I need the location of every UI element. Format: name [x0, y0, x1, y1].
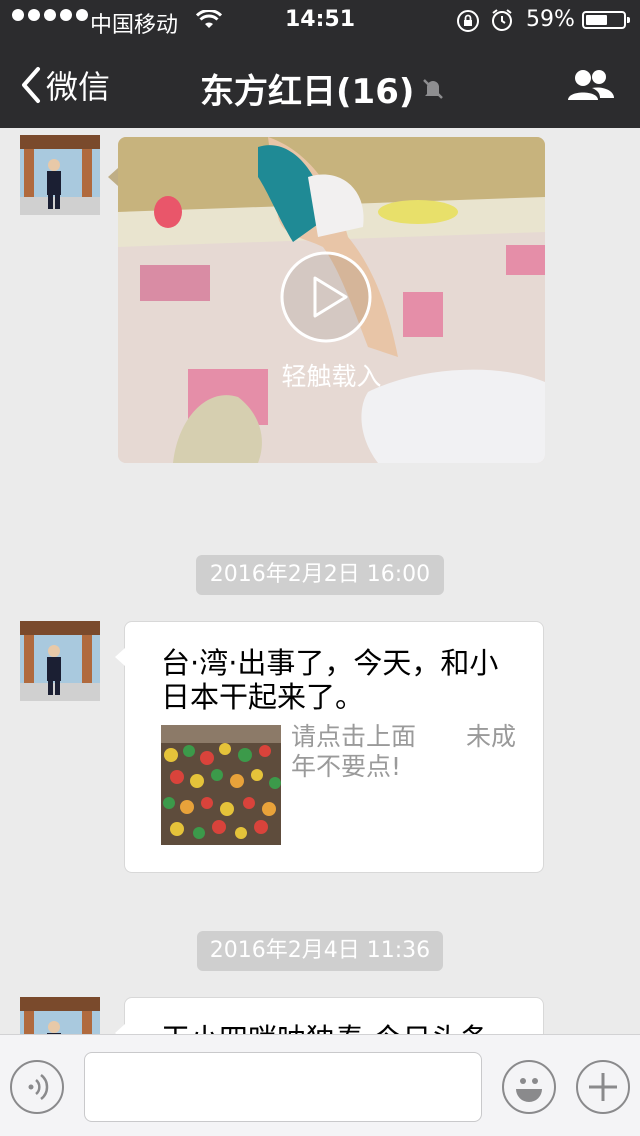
emoji-icon	[516, 1078, 542, 1102]
emoji-button[interactable]	[502, 1060, 556, 1114]
chat-input-bar	[0, 1034, 640, 1136]
battery-percent: 59%	[526, 7, 575, 32]
alarm-icon	[490, 8, 514, 38]
bubble-tail	[108, 168, 118, 186]
navigation-bar: 微信 东方红日(16)	[0, 40, 640, 128]
play-icon	[280, 251, 372, 343]
rotation-lock-icon	[456, 9, 480, 39]
sender-avatar[interactable]	[20, 621, 100, 701]
voice-icon	[28, 1074, 49, 1100]
back-label: 微信	[46, 68, 111, 106]
tap-to-load-label: 轻触载入	[281, 362, 382, 391]
bubble-tail	[115, 648, 125, 666]
back-button[interactable]: 微信	[18, 62, 110, 108]
chevron-left-icon	[22, 67, 40, 103]
voice-button[interactable]	[10, 1060, 64, 1114]
wechat-group-chat: 中国移动 14:51 59% 微信 东方红日(16) 轻触载入 2016年2月2…	[0, 0, 640, 1136]
video-message[interactable]: 轻触载入	[118, 137, 545, 463]
link-message-bubble[interactable]: 台·湾·出事了，今天，和小日本干起来了。 请点击上面 未成年不要点!	[115, 621, 544, 873]
timestamp-divider: 2016年2月2日 16:00	[196, 555, 444, 595]
link-description: 请点击上面 未成年不要点!	[291, 722, 517, 781]
status-bar: 中国移动 14:51 59%	[0, 0, 640, 40]
plus-icon	[589, 1073, 617, 1101]
chat-title: 东方红日(16)	[200, 72, 415, 112]
more-button[interactable]	[576, 1060, 630, 1114]
mute-bell-icon	[420, 76, 446, 106]
link-thumbnail	[161, 725, 281, 845]
group-members-icon[interactable]	[566, 66, 616, 110]
link-title: 台·湾·出事了，今天，和小日本干起来了。	[161, 646, 499, 714]
sender-avatar[interactable]	[20, 135, 100, 215]
battery-icon	[582, 11, 630, 29]
timestamp-divider: 2016年2月4日 11:36	[197, 931, 443, 971]
message-input[interactable]	[84, 1052, 482, 1122]
battery-fill	[586, 15, 607, 25]
